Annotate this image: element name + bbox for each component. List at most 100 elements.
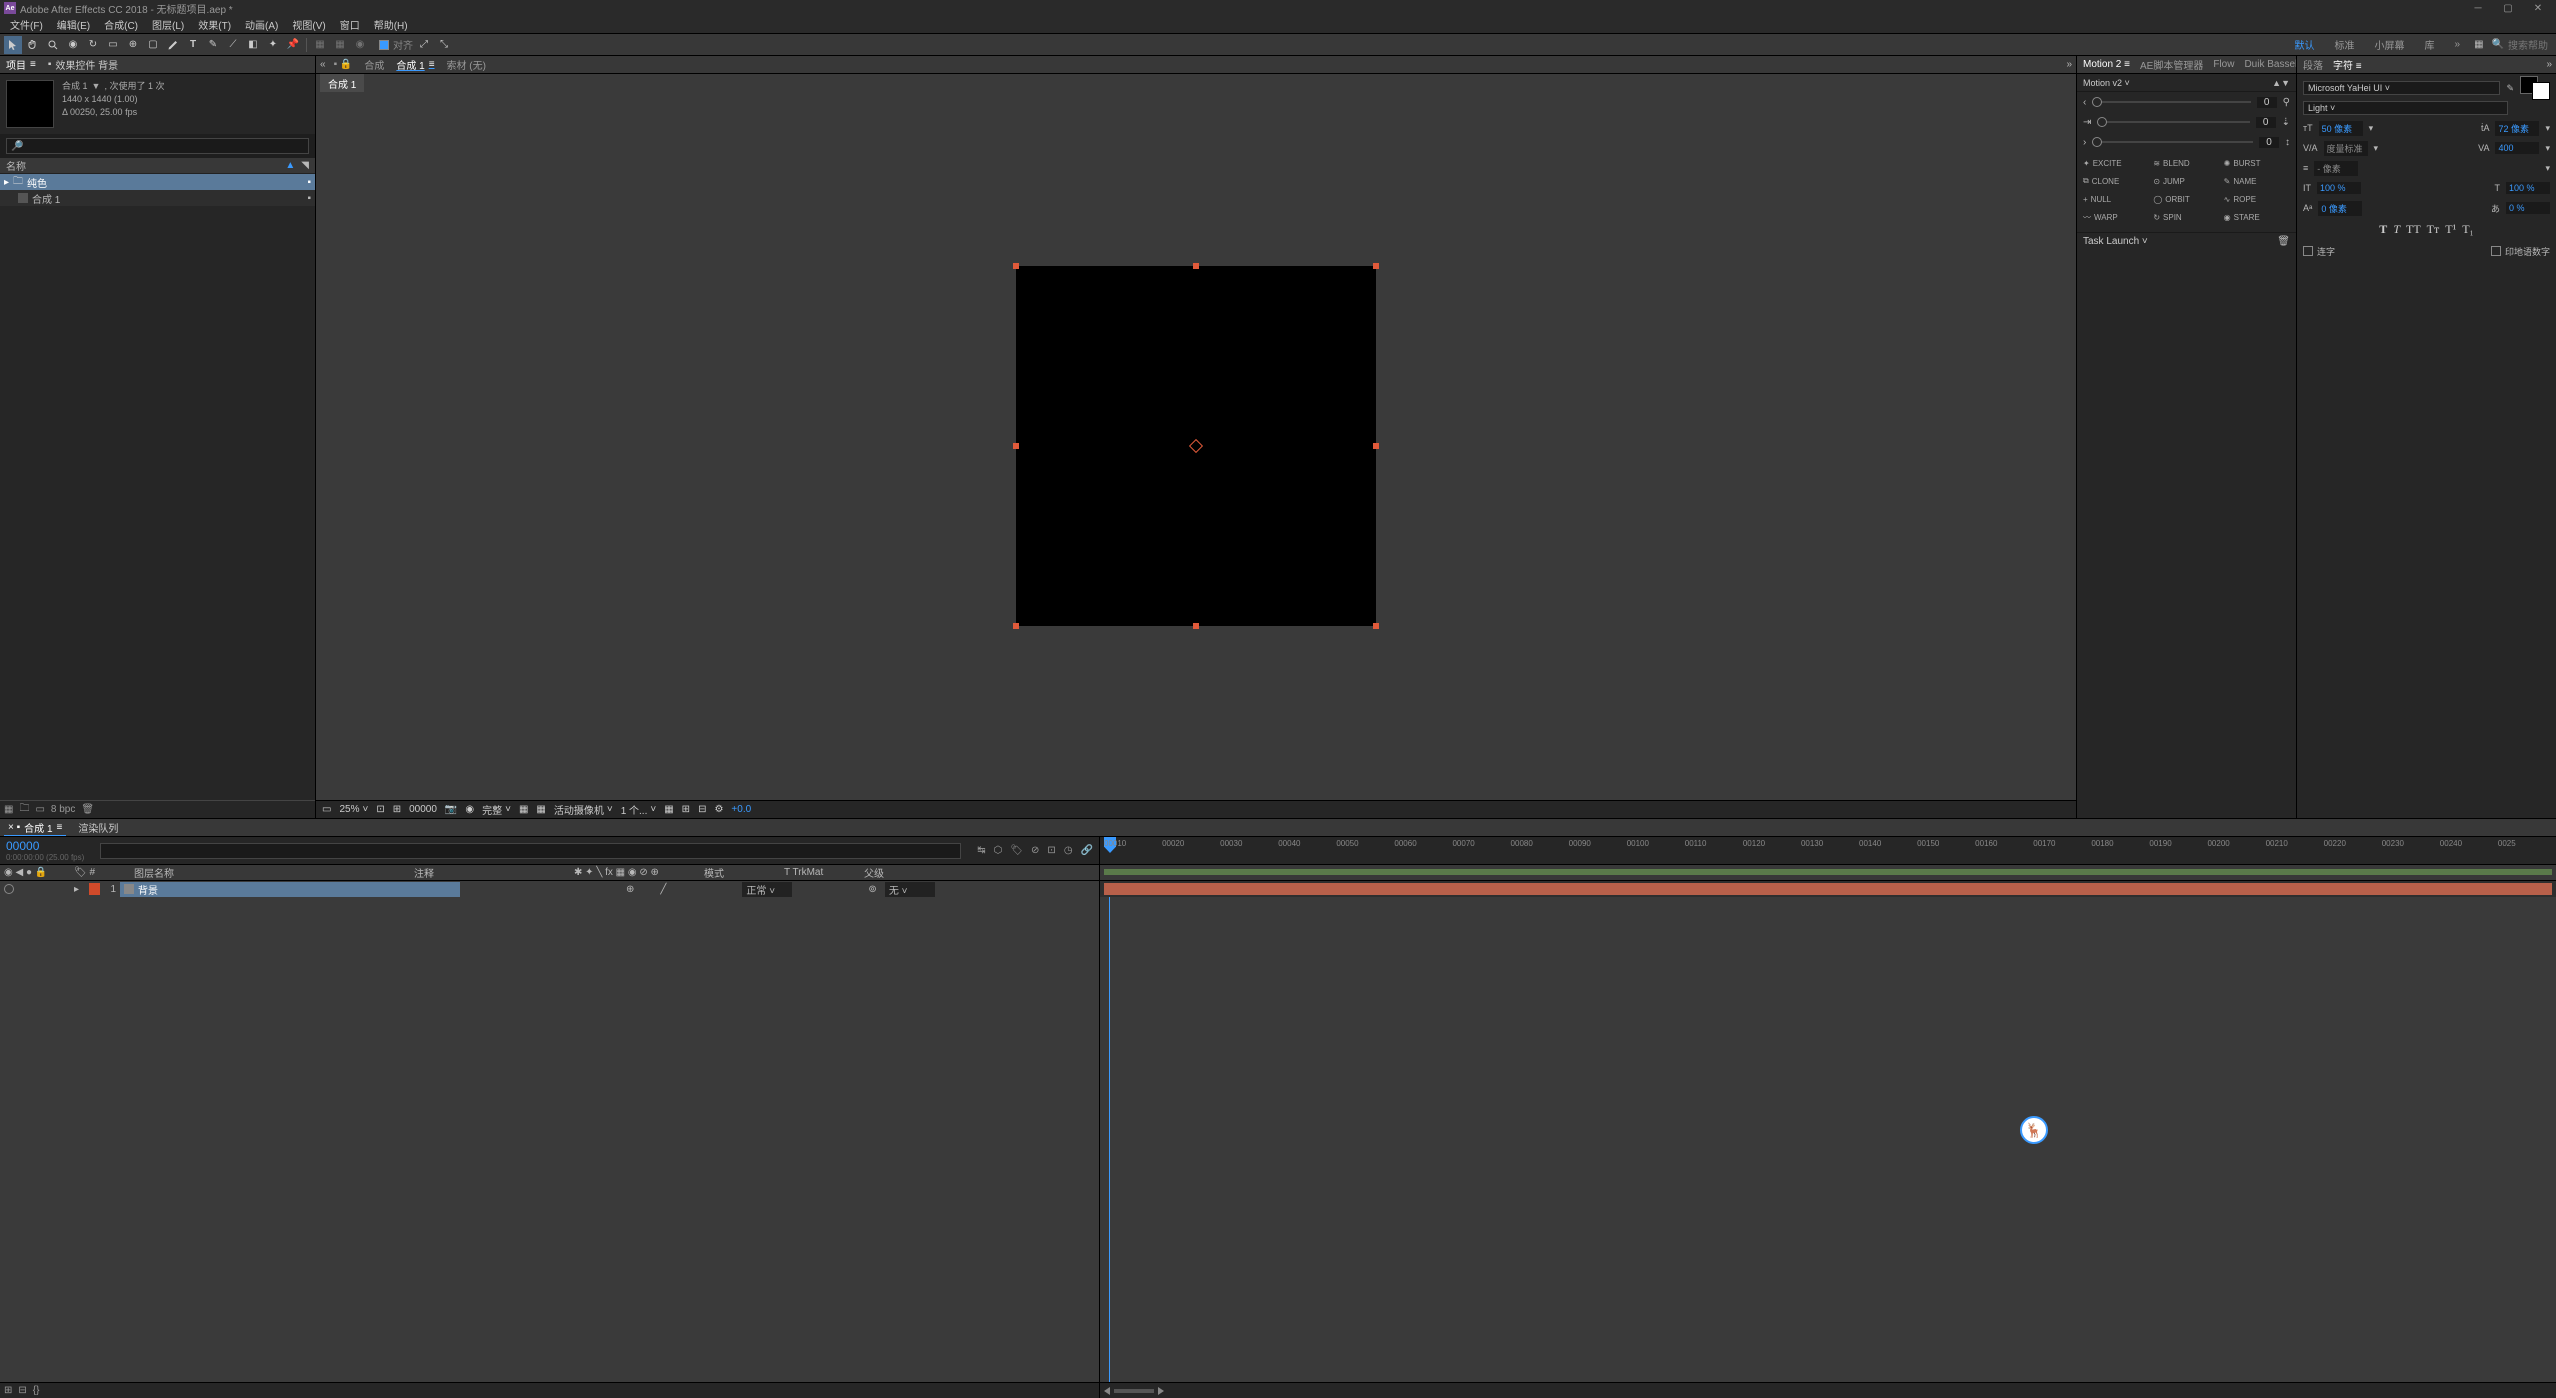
project-folder-row[interactable]: ▸🗀 纯色 ▪ [0,174,315,190]
excite-button[interactable]: ✦ EXCITE [2083,156,2149,170]
workspace-standard[interactable]: 标准 [2329,37,2361,52]
brush-tool[interactable]: ✎ [204,36,222,54]
menu-view[interactable]: 视图(V) [288,17,329,32]
blend-button[interactable]: ≋ BLEND [2153,156,2219,170]
view-opt-d[interactable]: ⚙ [714,804,723,815]
font-family-dd[interactable]: Microsoft YaHei UI ˅ [2303,81,2500,95]
superscript[interactable]: T¹ [2445,222,2456,237]
col-sort[interactable]: ▲ [285,160,295,171]
handle-tc[interactable] [1193,263,1199,269]
res-auto-icon[interactable]: ⊞ [393,804,401,815]
visibility-toggle[interactable] [4,884,14,894]
slider-b[interactable] [2097,121,2249,123]
zoom-out-tri[interactable] [1104,1387,1110,1395]
col-parent[interactable]: 父级 [864,865,884,880]
slider-c-left[interactable]: › [2083,137,2086,148]
flowchart-tab[interactable]: 合成 1 [320,74,364,93]
hscale-field[interactable]: 100 % [2506,182,2550,194]
help-search[interactable]: 🔍 搜索帮助 [2492,37,2548,52]
null-button[interactable]: + NULL [2083,192,2149,206]
viewer-nav-prev[interactable]: « [320,59,326,70]
timecode-display[interactable]: 00000 [409,804,437,815]
roto-tool[interactable]: ✦ [264,36,282,54]
comp-thumbnail[interactable] [6,80,54,128]
viewer-tab-active[interactable]: 合成 1 ≡ [392,57,438,72]
layer-color[interactable] [89,883,100,895]
menu-window[interactable]: 窗口 [336,17,364,32]
puppet-tool[interactable]: 📌 [284,36,302,54]
project-tab[interactable]: 项目 ≡ [4,57,38,72]
snap-opt-a[interactable]: ⤢ [415,36,433,54]
workspace-default[interactable]: 默认 [2289,37,2321,52]
slider-a-val[interactable]: 0 [2257,97,2277,108]
handle-bc[interactable] [1193,623,1199,629]
show-channel-icon[interactable]: ◉ [465,804,474,815]
layer-bar[interactable] [1104,883,2552,895]
new-comp-icon[interactable]: ▭ [35,804,44,815]
ligatures-check[interactable]: 连字 [2303,245,2335,258]
shape-opt[interactable]: ◉ [351,36,369,54]
trash-icon[interactable]: 🗑 [81,804,94,815]
handle-tl[interactable] [1013,263,1019,269]
hand-tool[interactable] [24,36,42,54]
viewport[interactable] [316,92,2076,800]
menu-comp[interactable]: 合成(C) [100,17,142,32]
menu-effect[interactable]: 效果(T) [194,17,235,32]
task-launch-dd[interactable]: Task Launch ˅ [2083,236,2271,247]
blend-mode-dd[interactable]: 正常 ˅ [742,882,792,897]
slider-c-val[interactable]: 0 [2259,137,2279,148]
workspace-small[interactable]: 小屏幕 [2369,37,2411,52]
rotate-tool[interactable]: ↻ [84,36,102,54]
col-comment[interactable]: 注释 [414,865,434,880]
work-area[interactable] [1104,869,2552,875]
stare-button[interactable]: ◉ STARE [2224,210,2290,224]
zoom-slider[interactable] [1114,1389,1154,1393]
script-mgr-tab[interactable]: AE脚本管理器 [2138,57,2205,72]
time-ruler[interactable]: 0001000020000300004000050000600007000080… [1100,837,2556,864]
eraser-tool[interactable]: ◧ [244,36,262,54]
burst-button[interactable]: ✺ BURST [2224,156,2290,170]
slider-b-left[interactable]: ⇥ [2083,117,2091,128]
allcaps[interactable]: TT [2406,222,2421,237]
project-comp-row[interactable]: 合成 1 ▪ [0,190,315,206]
camera-tool[interactable]: ▭ [104,36,122,54]
av-cols[interactable]: ◉ ◀ ● 🔒 [0,867,70,878]
switch-cols[interactable]: ✱ ✦ ╲ fx ▦ ◉ ⊘ ⊕ [570,867,700,878]
baseline-field[interactable]: 0 像素 [2318,201,2362,216]
vscale-field[interactable]: 100 % [2317,182,2361,194]
reset-icon[interactable]: ▦ [2474,39,2483,50]
character-tab[interactable]: 字符 ≡ [2331,57,2364,72]
slider-b-val[interactable]: 0 [2256,117,2276,128]
views-dd[interactable]: 1 个... ˅ [621,802,657,817]
view-opt-a[interactable]: ▦ [664,804,673,815]
flow-tab[interactable]: Flow [2211,59,2236,70]
handle-bl[interactable] [1013,623,1019,629]
subscript[interactable]: T₁ [2462,222,2474,237]
warp-button[interactable]: 〰 WARP [2083,210,2149,224]
workspace-more[interactable]: » [2449,39,2467,50]
tsume-field[interactable]: 0 % [2506,202,2550,214]
font-weight-dd[interactable]: Light ˅ [2303,101,2508,115]
leading-field[interactable]: 72 像素 [2495,121,2539,136]
exposure[interactable]: +0.0 [731,804,751,815]
twirl-icon[interactable]: ▸ [74,884,79,895]
toggle-modes-icon[interactable]: ⊟ [18,1385,26,1396]
fx-controls-tab[interactable]: ▪ 效果控件 背景 [46,57,120,72]
res-half-icon[interactable]: ⊡ [376,804,384,815]
layer-row[interactable]: 背景 [120,882,460,897]
col-layer-name[interactable]: 图层名称 [134,865,174,880]
hindi-digits-check[interactable]: 印地语数字 [2491,245,2550,258]
slider-a-left[interactable]: ‹ [2083,97,2086,108]
view-opt-b[interactable]: ⊞ [682,804,690,815]
parent-pick[interactable]: ⊚ [868,884,876,895]
zoom-in-tri[interactable] [1158,1387,1164,1395]
tl-icon-f[interactable]: ◷ [1064,845,1073,856]
faux-bold[interactable]: T [2379,222,2387,237]
smallcaps[interactable]: Tᴛ [2427,222,2440,237]
kerning-field[interactable]: 度量标准 [2324,141,2368,156]
col-trkmat[interactable]: T TrkMat [784,867,823,878]
snap-opt-b[interactable]: ⤡ [435,36,453,54]
handle-ml[interactable] [1013,443,1019,449]
panel-more[interactable]: » [2546,59,2552,70]
jump-button[interactable]: ⊙ JUMP [2153,174,2219,188]
